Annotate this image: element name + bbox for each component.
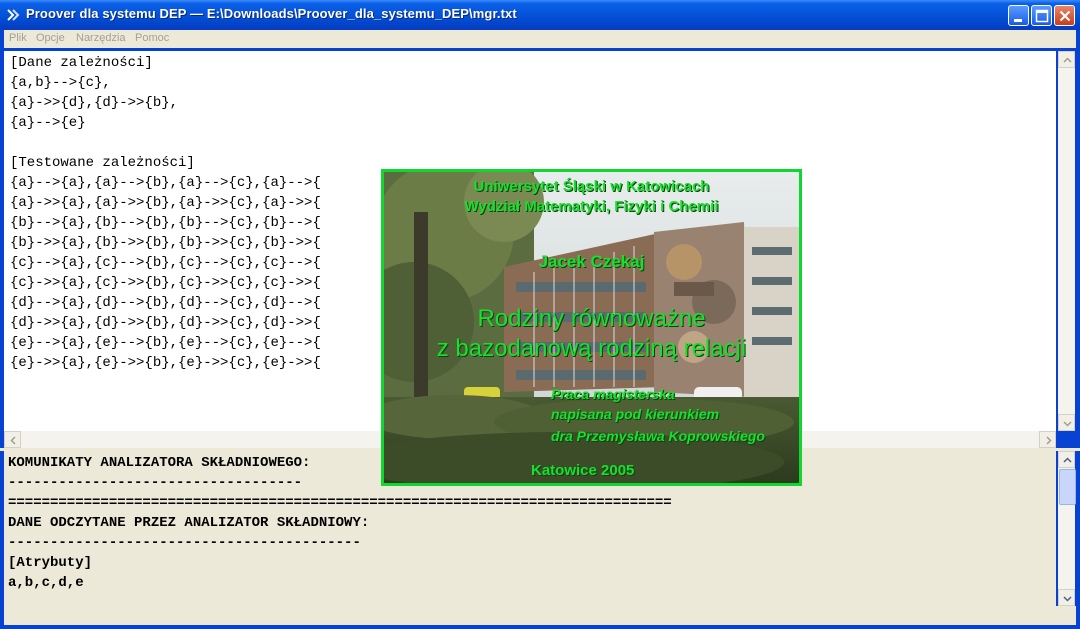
- splash-author: Jacek Czekaj: [538, 252, 645, 271]
- message-line: a,b,c,d,e: [8, 575, 84, 591]
- splash-title-line1: Rodziny równoważne: [477, 305, 706, 332]
- messages-vertical-scrollbar[interactable]: [1058, 451, 1076, 606]
- splash-university: Uniwersytet Śląski w Katowicach: [473, 178, 710, 195]
- window-title: Proover dla systemu DEP — E:\Downloads\P…: [26, 6, 517, 21]
- menu-pomoc[interactable]: Pomoc: [135, 32, 169, 44]
- scroll-down-icon[interactable]: [1058, 589, 1075, 606]
- scroll-left-icon[interactable]: [4, 431, 21, 448]
- splash-place-year: Katowice 2005: [531, 462, 635, 479]
- menu-narzedzia[interactable]: Narzędzia: [76, 32, 126, 44]
- editor-line: {a}-->{e}: [10, 115, 86, 131]
- menu-bar: Plik Opcje Narzędzia Pomoc: [4, 30, 1076, 48]
- window-frame-bottom: [0, 625, 1080, 629]
- message-line: ----------------------------------------…: [8, 535, 361, 551]
- app-window: Proover dla systemu DEP — E:\Downloads\P…: [0, 0, 1080, 629]
- splash-thesis-line3: dra Przemysława Koprowskiego: [551, 428, 765, 444]
- editor-line: {a,b}-->{c},: [10, 75, 111, 91]
- scroll-down-icon[interactable]: [1058, 414, 1075, 431]
- editor-line: [Dane zależności]: [10, 55, 153, 71]
- app-icon: [6, 7, 22, 23]
- message-line: [Atrybuty]: [8, 555, 93, 571]
- splash-faculty: Wydział Matematyki, Fizyki i Chemii: [464, 198, 719, 215]
- editor-vertical-scrollbar[interactable]: [1058, 51, 1075, 431]
- maximize-button[interactable]: [1031, 5, 1052, 26]
- message-line: ========================================…: [8, 495, 672, 511]
- splash-thesis-line1: Praca magisterska: [551, 386, 675, 402]
- status-bar: [4, 606, 1076, 625]
- menu-plik[interactable]: Plik: [9, 32, 27, 44]
- scroll-up-icon[interactable]: [1058, 51, 1075, 68]
- splash-title-line2: z bazodanową rodziną relacji: [436, 335, 747, 362]
- close-button[interactable]: [1054, 5, 1075, 26]
- title-bar[interactable]: Proover dla systemu DEP — E:\Downloads\P…: [0, 0, 1080, 30]
- splash-screen[interactable]: Uniwersytet Śląski w Katowicach Wydział …: [381, 169, 802, 486]
- message-line: DANE ODCZYTANE PRZEZ ANALIZATOR SKŁADNIO…: [8, 515, 370, 531]
- menu-opcje[interactable]: Opcje: [36, 32, 65, 44]
- splash-thesis-line2: napisana pod kierunkiem: [551, 406, 720, 422]
- scroll-up-icon[interactable]: [1058, 451, 1075, 468]
- minimize-button[interactable]: [1008, 5, 1029, 26]
- scroll-right-icon[interactable]: [1039, 431, 1056, 448]
- scroll-thumb[interactable]: [1059, 469, 1076, 505]
- editor-line: {a}->>{d},{d}->>{b},: [10, 95, 179, 111]
